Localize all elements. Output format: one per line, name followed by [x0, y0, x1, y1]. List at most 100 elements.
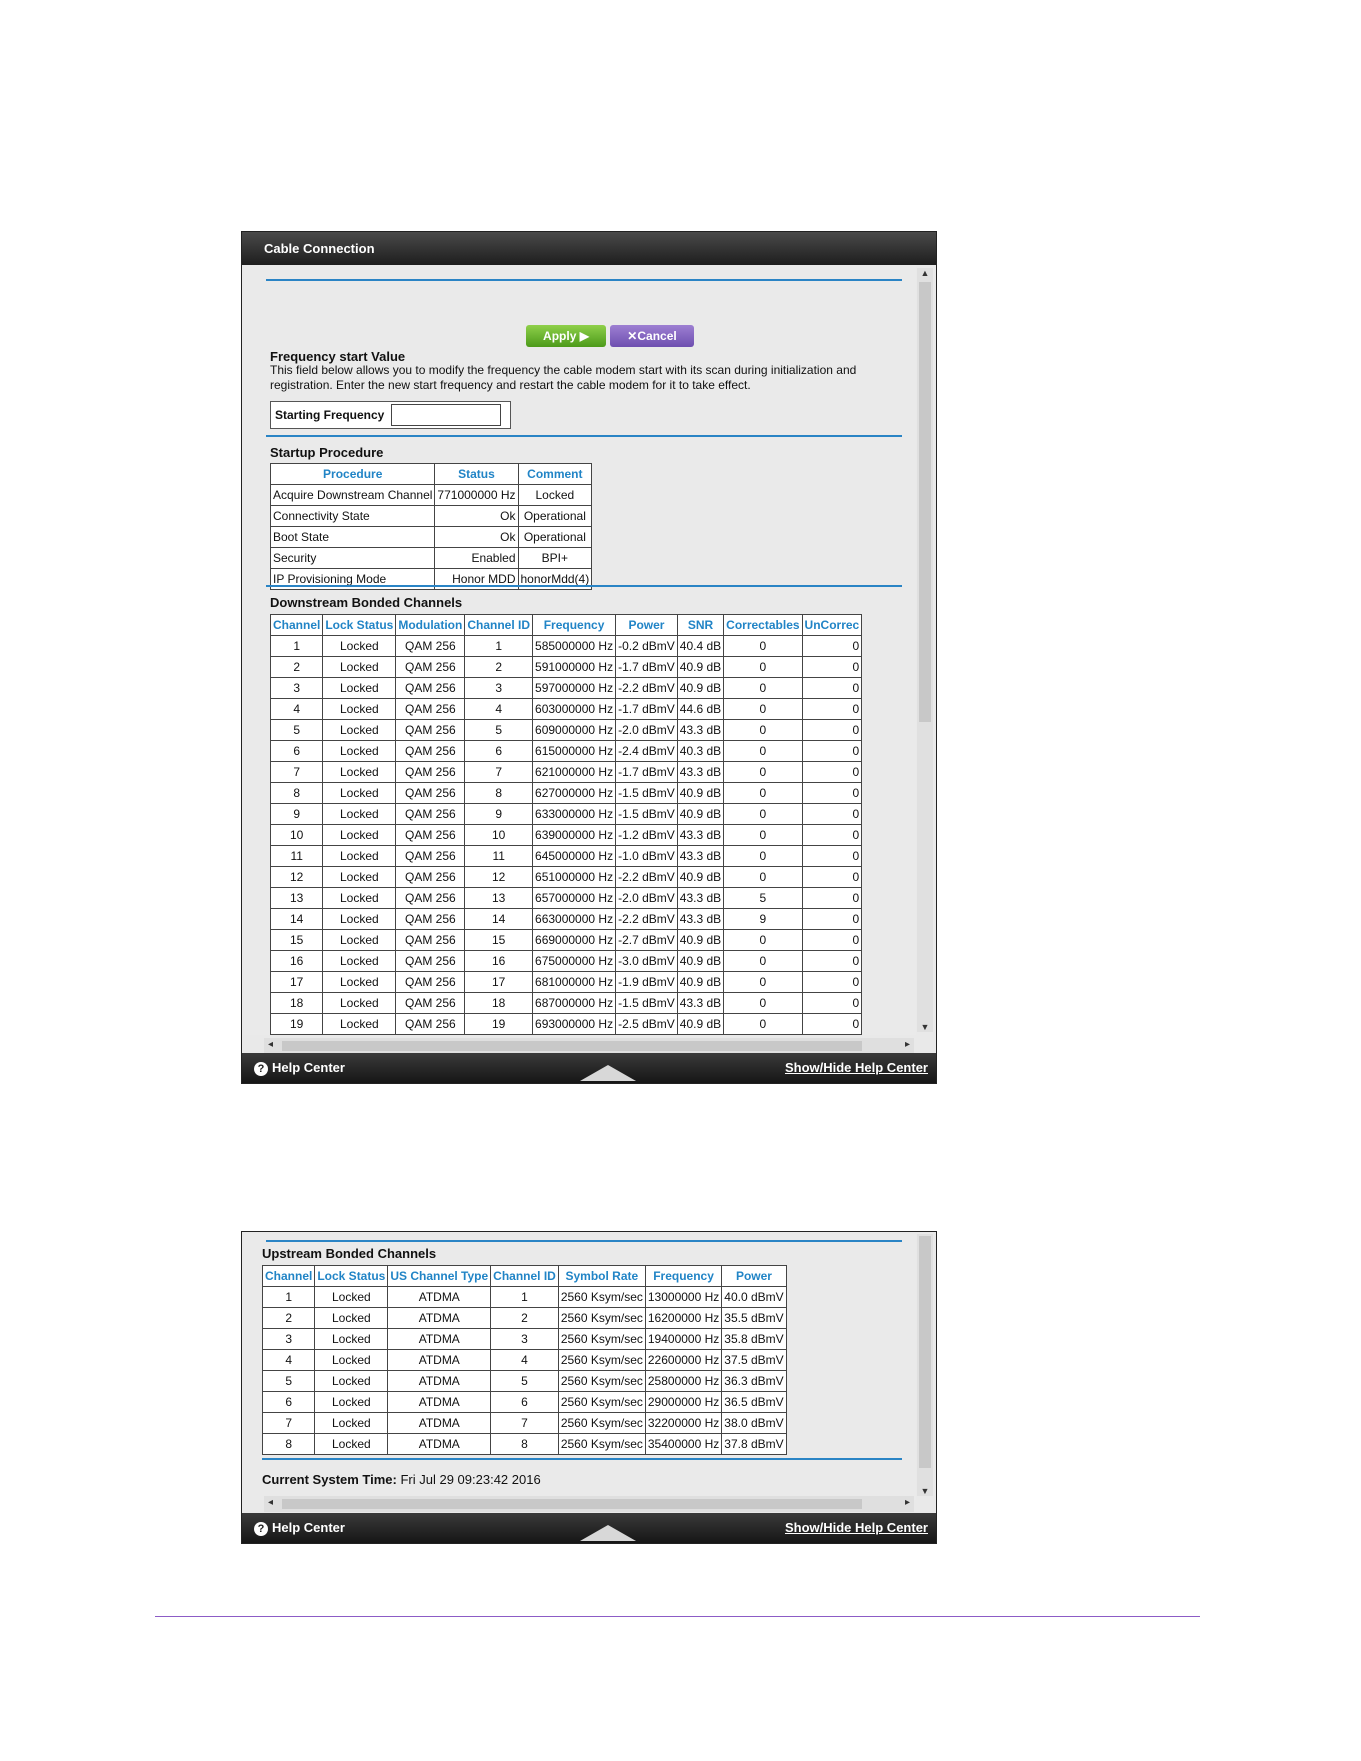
table-cell: QAM 256 [395, 803, 466, 825]
table-cell: 0 [723, 971, 803, 993]
table-cell: 40.0 dBmV [721, 1286, 787, 1308]
vertical-scrollbar[interactable]: ▲ ▼ [917, 268, 933, 1032]
starting-frequency-input[interactable] [391, 404, 501, 426]
help-center-link[interactable]: ? Help Center [254, 1060, 345, 1076]
table-cell: 2560 Ksym/sec [557, 1286, 646, 1308]
scroll-right-arrow-icon[interactable]: ▸ [905, 1039, 910, 1050]
table-cell: -1.5 dBmV [615, 803, 678, 825]
table-cell: 609000000 Hz [532, 719, 617, 741]
horizontal-scrollbar[interactable]: ◂ ▸ [264, 1038, 914, 1054]
table-cell: -1.9 dBmV [615, 971, 678, 993]
column-header: Lock Status [322, 614, 397, 636]
system-time-value: Fri Jul 29 09:23:42 2016 [400, 1472, 541, 1487]
table-cell: QAM 256 [395, 1034, 466, 1035]
table-cell: 19 [464, 1013, 534, 1035]
table-cell: 22600000 Hz [644, 1349, 723, 1371]
table-cell: 43.3 dB [676, 908, 725, 930]
system-time-label: Current System Time: [262, 1472, 397, 1487]
scroll-thumb[interactable] [282, 1499, 862, 1509]
column-header: Modulation [395, 614, 466, 636]
table-row: 4 Locked ATDMA 4 2560 Ksym/sec 22600000 Hz 37.… [261, 1349, 787, 1371]
scroll-left-arrow-icon[interactable]: ◂ [268, 1039, 273, 1050]
table-cell: Locked [322, 971, 397, 993]
table-cell: Locked [322, 698, 397, 720]
table-cell: Locked [322, 1013, 397, 1035]
table-cell: BPI+ [517, 547, 593, 569]
table-cell: ATDMA [387, 1307, 492, 1329]
scroll-up-arrow-icon[interactable]: ▲ [917, 268, 933, 278]
column-header: Comment [517, 463, 593, 485]
table-cell: 38.0 dBmV [721, 1412, 787, 1434]
scroll-thumb[interactable] [919, 1236, 931, 1468]
show-hide-help-link[interactable]: Show/Hide Help Center [785, 1520, 928, 1535]
horizontal-scrollbar[interactable]: ◂ ▸ [264, 1496, 914, 1512]
scroll-thumb[interactable] [282, 1041, 862, 1051]
apply-button[interactable]: Apply ▶ [526, 325, 606, 347]
table-cell: 40.9 dB [676, 950, 725, 972]
table-row: 19 Locked QAM 256 19 693000000 Hz -2.5 dBmV 40… [269, 1013, 863, 1035]
scroll-down-arrow-icon[interactable]: ▼ [917, 1022, 933, 1032]
table-cell: 9 [464, 803, 534, 825]
table-row: 2 Locked ATDMA 2 2560 Ksym/sec 16200000 Hz 35.… [261, 1307, 787, 1329]
table-cell: Locked [322, 929, 397, 951]
column-header: Status [434, 463, 519, 485]
table-cell: QAM 256 [395, 908, 466, 930]
table-cell: 19400000 Hz [644, 1328, 723, 1350]
table-cell: 3 [269, 677, 324, 699]
table-cell: -2.5 dBmV [615, 1013, 678, 1035]
table-cell: QAM 256 [395, 698, 466, 720]
table-cell: 9 [269, 803, 324, 825]
table-cell: -2.2 dBmV [615, 866, 678, 888]
page-divider [155, 1616, 1200, 1617]
expand-triangle-icon[interactable] [580, 1525, 636, 1541]
table-cell: 18 [464, 992, 534, 1014]
scroll-right-arrow-icon[interactable]: ▸ [905, 1497, 910, 1508]
table-cell: 43.3 dB [676, 761, 725, 783]
table-cell: 0 [801, 866, 863, 888]
table-cell: 8 [490, 1433, 559, 1455]
table-cell: 2560 Ksym/sec [557, 1307, 646, 1329]
table-cell: -2.7 dBmV [615, 929, 678, 951]
column-header: Channel [269, 614, 324, 636]
table-cell: 12 [269, 866, 324, 888]
table-cell: 4 [261, 1349, 316, 1371]
table-cell: Operational [517, 505, 593, 527]
scroll-thumb[interactable] [919, 282, 931, 722]
table-cell: 0 [723, 845, 803, 867]
cancel-button[interactable]: ✕Cancel [610, 325, 694, 347]
expand-triangle-icon[interactable] [580, 1065, 636, 1081]
show-hide-help-link[interactable]: Show/Hide Help Center [785, 1060, 928, 1075]
table-cell: 2560 Ksym/sec [557, 1412, 646, 1434]
column-header: Correctables [723, 614, 803, 636]
table-cell: Locked [322, 887, 397, 909]
table-cell: 40.9 dB [676, 971, 725, 993]
table-cell: 597000000 Hz [532, 677, 617, 699]
upstream-channels-table: Channel Lock Status US Channel Type Channel… [261, 1265, 787, 1455]
help-center-link[interactable]: ? Help Center [254, 1520, 345, 1536]
table-cell: 591000000 Hz [532, 656, 617, 678]
table-cell: 16200000 Hz [644, 1307, 723, 1329]
table-cell: 35400000 Hz [644, 1433, 723, 1455]
table-cell: -1.2 dBmV [615, 824, 678, 846]
table-cell: 2 [464, 656, 534, 678]
vertical-scrollbar[interactable]: ▼ [917, 1234, 933, 1496]
table-cell: 40.9 dB [676, 656, 725, 678]
table-cell: 675000000 Hz [532, 950, 617, 972]
column-header: Power [615, 614, 678, 636]
table-cell: QAM 256 [395, 761, 466, 783]
table-cell: Locked [322, 866, 397, 888]
table-cell: QAM 256 [395, 1013, 466, 1035]
table-cell: -1.0 dBmV [615, 845, 678, 867]
table-cell: 1 [464, 635, 534, 657]
table-cell: Locked [314, 1286, 389, 1308]
scroll-down-arrow-icon[interactable]: ▼ [917, 1486, 933, 1496]
table-cell: -0.2 dBmV [615, 635, 678, 657]
starting-frequency-box: Starting Frequency [270, 401, 511, 429]
content-area: Upstream Bonded Channels Channel Lock Sta… [244, 1234, 916, 1500]
scroll-left-arrow-icon[interactable]: ◂ [268, 1497, 273, 1508]
table-cell: 633000000 Hz [532, 803, 617, 825]
help-icon: ? [254, 1522, 268, 1536]
table-cell: 40.9 dB [676, 929, 725, 951]
table-cell: Locked [322, 677, 397, 699]
section-divider [266, 585, 902, 587]
